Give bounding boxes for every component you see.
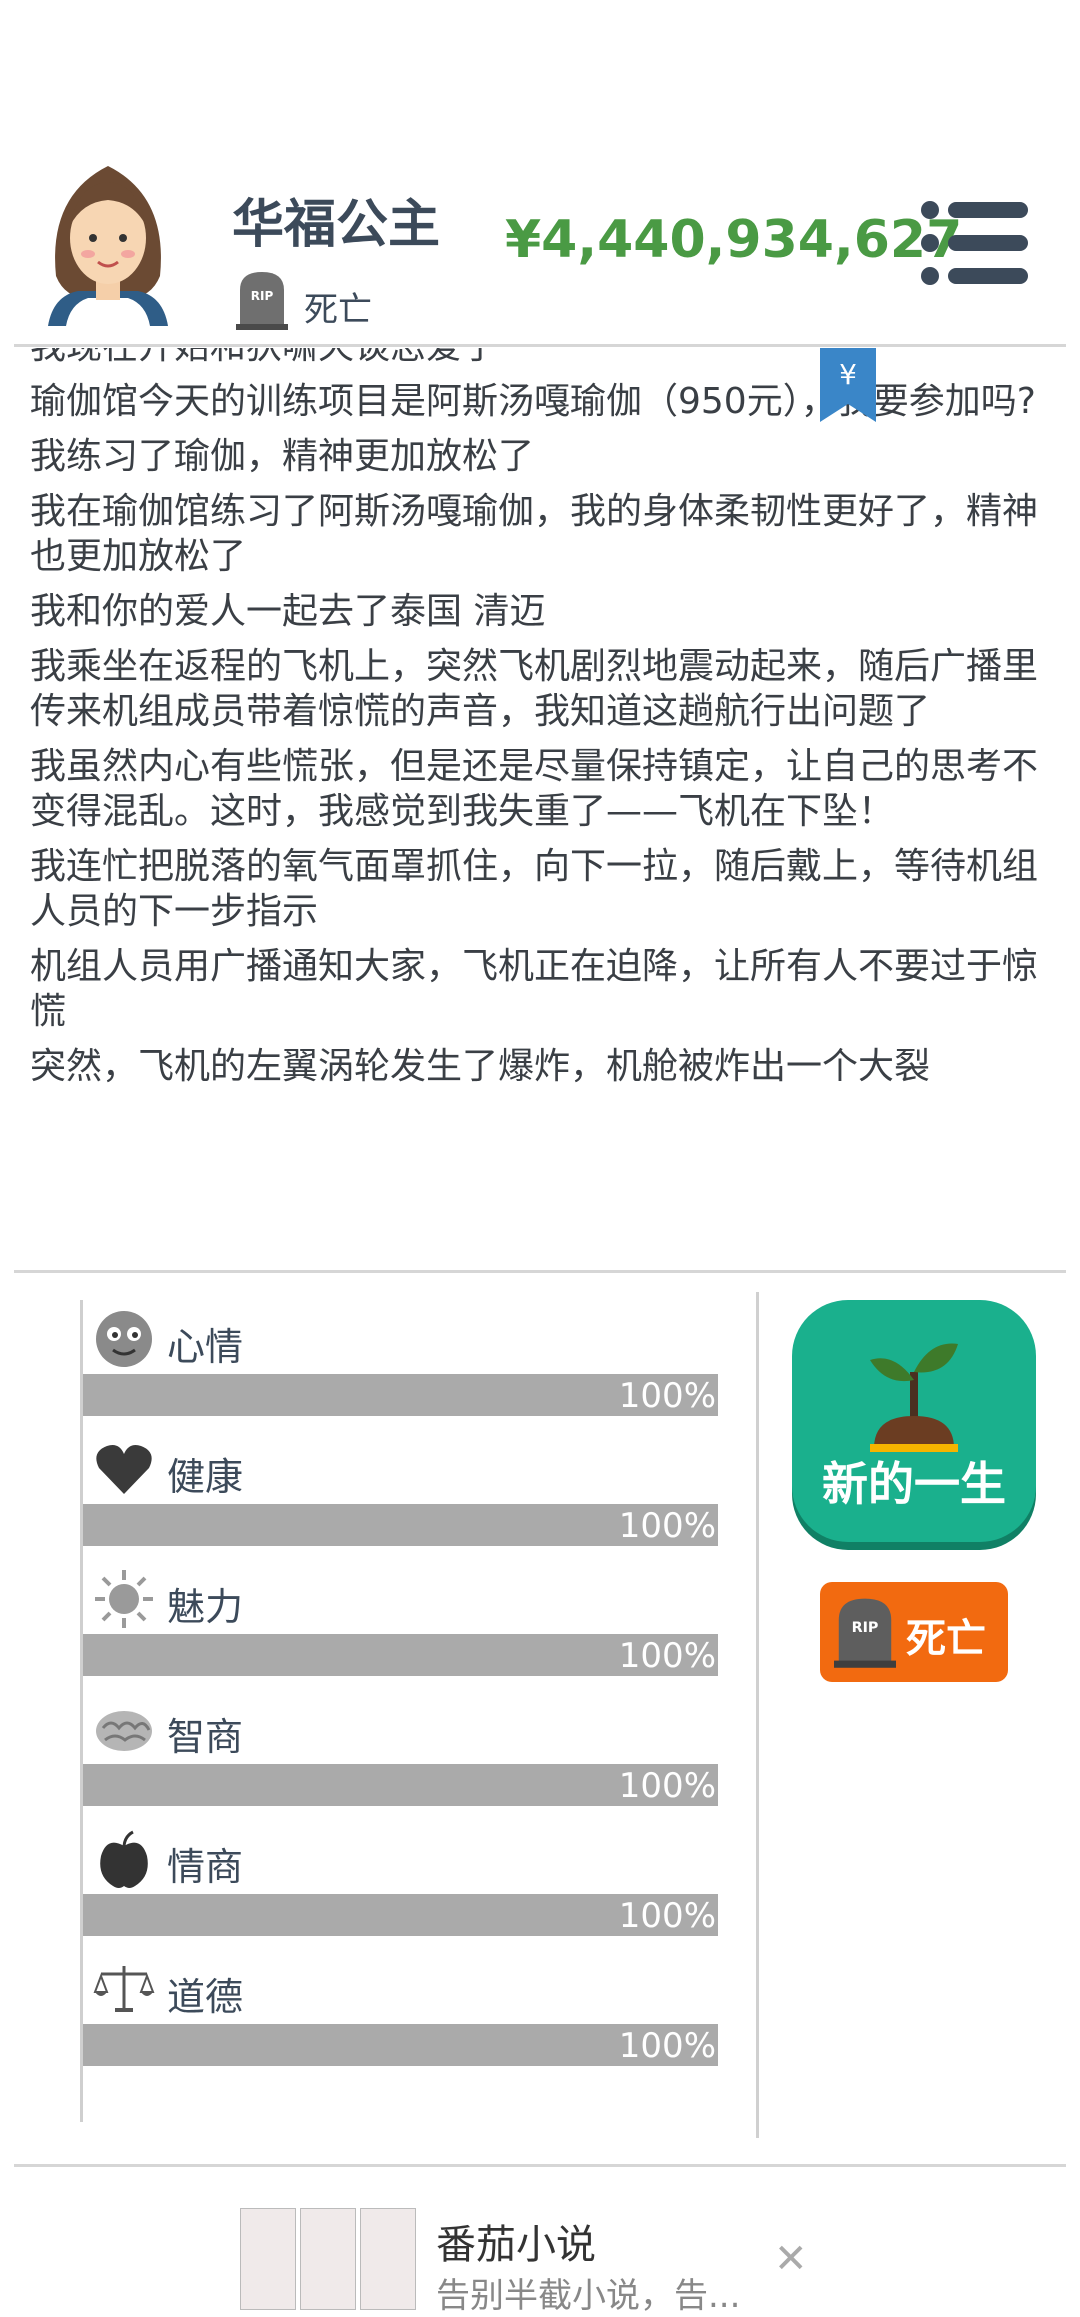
money-bookmark-icon[interactable]: ¥ <box>820 348 876 422</box>
life-status: RIP 死亡 <box>236 268 372 331</box>
sun-icon <box>95 1570 153 1628</box>
svg-text:RIP: RIP <box>852 1620 879 1636</box>
log-entry: 机组人员用广播通知大家，飞机正在迫降，让所有人不要过于惊慌 <box>30 946 1039 1032</box>
stat-bar: 100% <box>83 1374 718 1416</box>
log-entry: 我乘坐在返程的飞机上，突然飞机剧烈地震动起来，随后广播里传来机组成员带着惊慌的声… <box>30 646 1039 732</box>
log-divider <box>14 1270 1066 1273</box>
stat-percent: 100% <box>618 1896 716 1936</box>
stat-label: 心情 <box>167 1325 244 1369</box>
stat-row: 智商 100% <box>83 1698 723 1828</box>
death-button[interactable]: RIP 死亡 <box>820 1582 1008 1682</box>
log-entry: 瑜伽馆今天的训练项目是阿斯汤嘎瑜伽（950元），我要参加吗? <box>30 381 1036 422</box>
character-name: 华福公主 <box>232 195 441 255</box>
stat-percent: 100% <box>618 1766 716 1806</box>
stat-label: 健康 <box>167 1455 244 1499</box>
log-entry: 我在瑜伽馆练习了阿斯汤嘎瑜伽，我的身体柔韧性更好了，精神也更加放松了 <box>30 491 1039 577</box>
stat-label: 情商 <box>167 1845 244 1889</box>
close-icon[interactable]: ✕ <box>774 2236 808 2282</box>
stat-bar: 100% <box>83 1894 718 1936</box>
avatar <box>48 166 168 326</box>
log-entry: 我和你的爱人一起去了泰国 清迈 <box>30 591 546 632</box>
stat-label: 智商 <box>167 1715 244 1759</box>
ad-thumbnail[interactable] <box>240 2208 416 2310</box>
heart-icon <box>96 1445 152 1494</box>
death-label: 死亡 <box>906 1616 986 1662</box>
stat-label: 道德 <box>167 1975 244 2019</box>
stat-percent: 100% <box>618 1376 716 1416</box>
sprout-icon <box>870 1343 958 1452</box>
stat-percent: 100% <box>618 2026 716 2066</box>
new-life-label: 新的一生 <box>822 1457 1006 1511</box>
log-entry: 我连忙把脱落的氧气面罩抓住，向下一拉，随后戴上，等待机组人员的下一步指示 <box>30 846 1039 932</box>
header-divider <box>14 344 1066 347</box>
tombstone-icon: RIP <box>834 1598 896 1668</box>
log-entry: 我现在开始和狄啸天谈恋爱了 <box>30 348 1056 369</box>
log-entry: 我练习了瑜伽，精神更加放松了 <box>30 436 535 477</box>
brain-icon <box>96 1711 152 1751</box>
smiley-face-icon <box>96 1311 152 1367</box>
log-entry: 我虽然内心有些慌张，但是还是尽量保持镇定，让自己的思考不变得混乱。这时，我感觉到… <box>30 746 1039 832</box>
life-status-label: 死亡 <box>304 290 372 330</box>
stat-bar: 100% <box>83 1504 718 1546</box>
stat-row: 健康 100% <box>83 1438 723 1568</box>
event-log[interactable]: 我现在开始和狄啸天谈恋爱了瑜伽馆今天的训练项目是阿斯汤嘎瑜伽（950元），我要参… <box>14 348 1066 1252</box>
apple-icon <box>100 1830 148 1888</box>
scales-icon <box>93 1966 155 2012</box>
stat-label: 魅力 <box>167 1585 244 1629</box>
stats-panel: 心情 100% 健康 100% 魅力 100% 智商 100% 情商 100% 道德 100% <box>80 1300 723 2122</box>
vertical-divider <box>756 1292 759 2138</box>
stat-percent: 100% <box>618 1506 716 1546</box>
stat-bar: 100% <box>83 2024 718 2066</box>
stat-row: 道德 100% <box>83 1958 723 2088</box>
tombstone-icon: RIP <box>236 271 288 330</box>
log-entry: 突然，飞机的左翼涡轮发生了爆炸，机舱被炸出一个大裂 <box>30 1046 931 1087</box>
ad-title[interactable]: 番茄小说 <box>436 2212 596 2270</box>
stat-bar: 100% <box>83 1764 718 1806</box>
stat-row: 魅力 100% <box>83 1568 723 1698</box>
stat-bar: 100% <box>83 1634 718 1676</box>
svg-text:RIP: RIP <box>251 289 274 303</box>
stat-row: 情商 100% <box>83 1828 723 1958</box>
new-life-button[interactable]: 新的一生 <box>792 1300 1036 1542</box>
money-balance: ¥4,440,934,627 <box>505 210 963 270</box>
stat-percent: 100% <box>618 1636 716 1676</box>
stat-row: 心情 100% <box>83 1308 723 1438</box>
bookmark-symbol: ¥ <box>839 358 857 391</box>
ad-divider <box>14 2164 1066 2167</box>
menu-icon[interactable] <box>920 200 1030 286</box>
